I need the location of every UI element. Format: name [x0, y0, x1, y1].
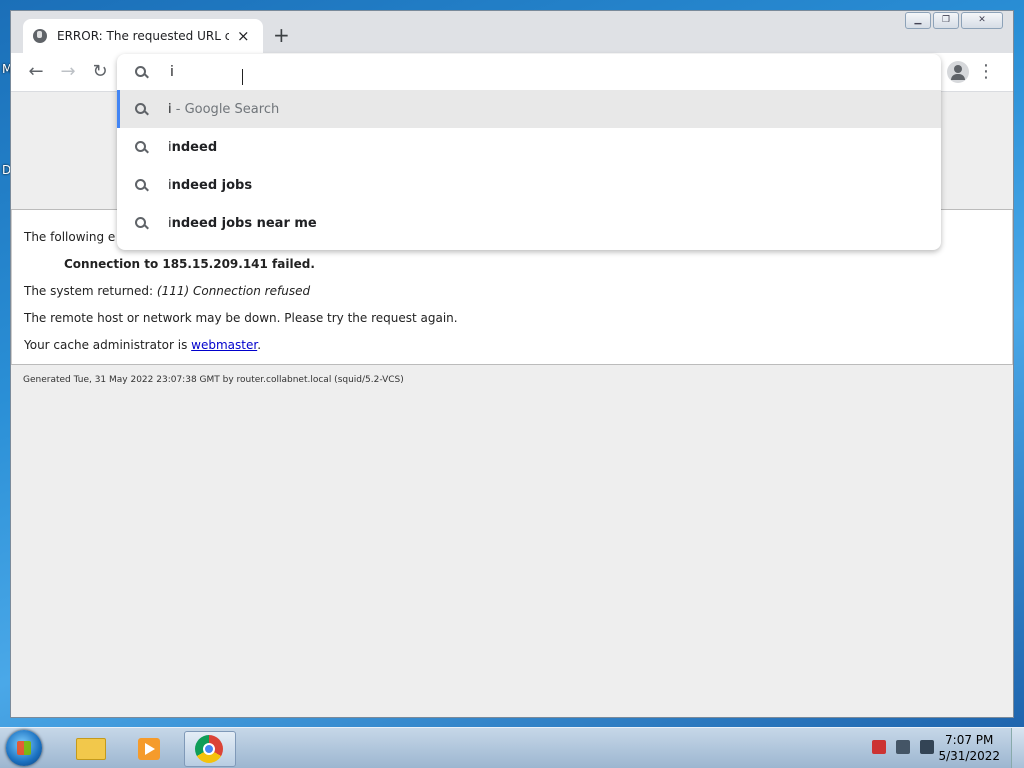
chrome-icon: [195, 735, 223, 763]
system-tray: [872, 740, 934, 754]
chrome-taskbar-button[interactable]: [184, 731, 236, 767]
tab-close-button[interactable]: ×: [237, 27, 250, 45]
omnibox-suggestion[interactable]: indeed jobs: [117, 166, 941, 204]
clock-time: 7:07 PM: [945, 733, 994, 747]
page-footer: Generated Tue, 31 May 2022 23:07:38 GMT …: [23, 375, 404, 385]
new-tab-button[interactable]: +: [273, 25, 290, 45]
text-cursor-icon: [242, 69, 245, 85]
show-desktop-button[interactable]: [1011, 728, 1024, 768]
folder-icon: [76, 738, 106, 760]
omnibox-row: [117, 54, 941, 90]
omnibox-suggestion[interactable]: i - Google Search: [117, 90, 941, 128]
clock-date: 5/31/2022: [938, 749, 1000, 763]
search-icon: [135, 217, 147, 229]
maximize-button[interactable]: ❐: [933, 12, 959, 29]
media-player-icon: [138, 738, 160, 760]
webmaster-link[interactable]: webmaster: [191, 338, 257, 352]
suggestion-text: ndeed jobs near me: [171, 215, 317, 231]
browser-window: ERROR: The requested URL could not be re…: [10, 10, 1014, 718]
suggestion-text: - Google Search: [171, 101, 280, 117]
tab-active[interactable]: ERROR: The requested URL could not be re…: [23, 19, 263, 53]
forward-button[interactable]: →: [57, 61, 79, 83]
back-button[interactable]: ←: [25, 61, 47, 83]
system-returned-text: The system returned: (111) Connection re…: [24, 284, 311, 298]
minimize-button[interactable]: ▁: [905, 12, 931, 29]
cache-admin-text: Your cache administrator is webmaster.: [24, 338, 262, 352]
search-icon: [135, 141, 147, 153]
search-icon: [135, 66, 147, 78]
system-error-code: (111) Connection refused: [156, 284, 311, 298]
menu-icon[interactable]: ⋮: [977, 61, 995, 83]
omnibox-dropdown: i - Google Search indeed indeed jobs ind…: [117, 54, 941, 250]
network-icon[interactable]: [896, 740, 910, 754]
search-icon: [135, 103, 147, 115]
explorer-taskbar-button[interactable]: [64, 731, 114, 765]
action-center-icon[interactable]: [872, 740, 886, 754]
close-window-button[interactable]: ✕: [961, 12, 1003, 29]
omnibox-suggestion[interactable]: indeed: [117, 128, 941, 166]
window-controls: ▁ ❐ ✕: [905, 12, 1003, 29]
address-bar-input[interactable]: [168, 63, 772, 81]
globe-icon: [33, 29, 47, 43]
search-icon: [135, 179, 147, 191]
clock[interactable]: 7:07 PM 5/31/2022: [938, 732, 1000, 764]
tab-title: ERROR: The requested URL could not be re…: [57, 29, 229, 43]
remote-host-text: The remote host or network may be down. …: [24, 311, 458, 325]
suggestion-text: ndeed: [171, 139, 218, 155]
media-player-taskbar-button[interactable]: [124, 731, 174, 765]
taskbar: 7:07 PM 5/31/2022: [0, 727, 1024, 768]
volume-icon[interactable]: [920, 740, 934, 754]
reload-button[interactable]: ↻: [89, 61, 111, 83]
omnibox-suggestion[interactable]: indeed jobs near me: [117, 204, 941, 242]
profile-icon[interactable]: [947, 61, 969, 83]
suggestion-text: ndeed jobs: [171, 177, 253, 193]
error-message: Connection to 185.15.209.141 failed.: [64, 257, 315, 271]
start-button[interactable]: [6, 730, 42, 766]
tab-strip: ERROR: The requested URL could not be re…: [11, 11, 1013, 53]
